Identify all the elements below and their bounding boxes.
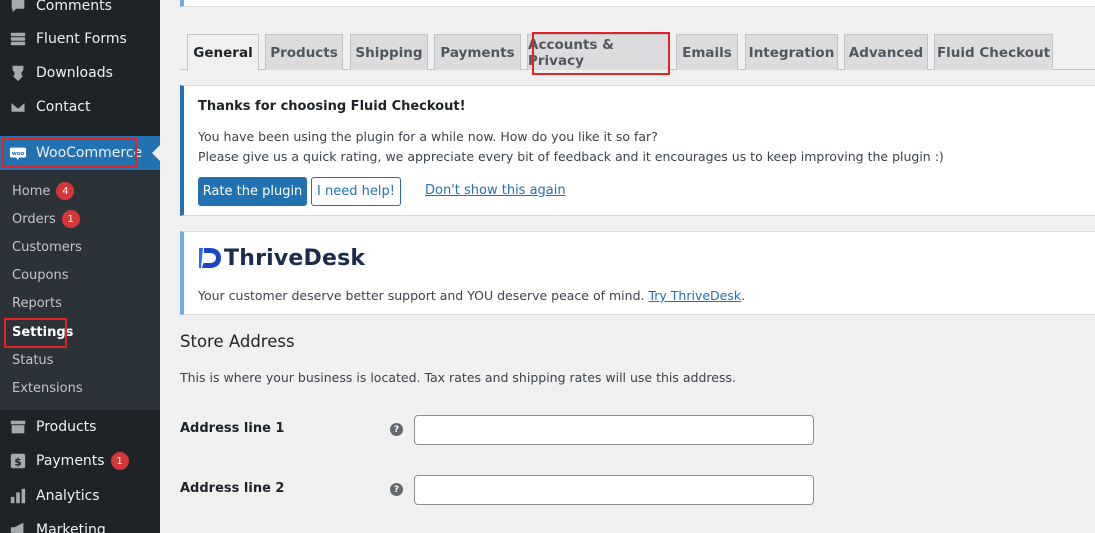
menu-label: Products [36,419,97,435]
settings-highlight [4,318,67,348]
admin-sidebar: Comments Fluent Forms Downloads Contact … [0,0,160,533]
payments-badge: 1 [110,452,129,470]
try-thrivedesk-link[interactable]: Try ThriveDesk [648,288,741,303]
menu-item-payments[interactable]: $ Payments 1 [0,444,160,478]
current-menu-arrow [152,145,160,161]
menu-item-products[interactable]: Products [0,410,160,444]
submenu-label: Extensions [12,380,83,396]
menu-label: Marketing [36,522,106,533]
thrivedesk-message: Your customer deserve better support and… [198,288,645,303]
address-line-1-label: Address line 1 [180,421,285,436]
tab-integration[interactable]: Integration [745,34,838,70]
notice-text-1: You have been using the plugin for a whi… [198,129,658,144]
menu-item-fluent-forms[interactable]: Fluent Forms [0,22,160,56]
menu-item-contact[interactable]: Contact [0,90,160,124]
menu-item-analytics[interactable]: Analytics [0,479,160,513]
dollar-icon: $ [8,451,28,471]
menu-label: Payments [36,453,105,469]
tab-shipping[interactable]: Shipping [350,34,428,70]
menu-item-marketing[interactable]: Marketing [0,513,160,533]
thrivedesk-brand: ThriveDesk [224,245,366,271]
fluid-checkout-notice: Thanks for choosing Fluid Checkout! You … [180,85,1095,216]
menu-item-downloads[interactable]: Downloads [0,56,160,90]
tab-advanced[interactable]: Advanced [844,34,928,70]
tab-products[interactable]: Products [265,34,343,70]
tab-emails[interactable]: Emails [676,34,738,70]
envelope-icon [8,97,28,117]
thrivedesk-logo-icon [199,248,221,268]
notice-text-2: Please give us a quick rating, we apprec… [198,149,944,164]
dont-show-again-link[interactable]: Don't show this again [425,183,566,198]
menu-item-comments[interactable]: Comments [0,0,160,23]
svg-text:$: $ [14,456,22,469]
submenu-label: Home [12,183,51,199]
megaphone-icon [8,520,28,533]
menu-label: Comments [36,0,112,14]
bar-chart-icon [8,486,28,506]
address-line-2-input[interactable] [414,475,814,505]
thrivedesk-text: Your customer deserve better support and… [198,288,745,303]
submenu-coupons[interactable]: Coupons [12,265,69,285]
address-line-1-input[interactable] [414,415,814,445]
tab-fluid-checkout[interactable]: Fluid Checkout [934,34,1053,70]
home-badge: 4 [56,182,75,200]
main-content: General Products Shipping Payments Accou… [160,0,1095,533]
submenu-customers[interactable]: Customers [12,237,82,257]
address-line-2-label: Address line 2 [180,481,285,496]
archive-icon [8,417,28,437]
comment-icon [8,0,28,16]
store-address-description: This is where your business is located. … [180,370,736,385]
download-icon [8,63,28,83]
menu-label: Contact [36,99,91,115]
database-icon [8,29,28,49]
submenu-label: Status [12,352,54,368]
menu-label: Fluent Forms [36,31,127,47]
woocommerce-submenu: Home 4 Orders 1 Customers Coupons Report… [0,170,160,410]
menu-label: Analytics [36,488,100,504]
tab-general[interactable]: General [187,34,259,71]
menu-label: Downloads [36,65,113,81]
orders-badge: 1 [61,210,80,228]
submenu-label: Orders [12,211,56,227]
thrivedesk-notice: ThriveDesk Your customer deserve better … [180,231,1095,315]
submenu-extensions[interactable]: Extensions [12,378,83,398]
store-address-title: Store Address [180,332,295,351]
submenu-label: Customers [12,239,82,255]
help-icon[interactable]: ? [390,423,403,436]
thrivedesk-suffix: . [741,288,746,303]
submenu-label: Coupons [12,267,69,283]
help-icon[interactable]: ? [390,483,403,496]
submenu-orders[interactable]: Orders 1 [12,209,80,229]
notice-title: Thanks for choosing Fluid Checkout! [198,99,466,114]
top-notice-edge [180,0,1095,7]
submenu-status[interactable]: Status [12,350,53,370]
rate-plugin-button[interactable]: Rate the plugin [198,177,307,206]
thrivedesk-logo: ThriveDesk [198,244,365,272]
submenu-reports[interactable]: Reports [12,293,62,313]
accounts-privacy-highlight [532,32,670,75]
woocommerce-highlight [2,138,137,168]
submenu-home[interactable]: Home 4 [12,181,75,201]
need-help-button[interactable]: I need help! [311,177,401,206]
submenu-label: Reports [12,295,62,311]
tab-payments[interactable]: Payments [434,34,521,70]
